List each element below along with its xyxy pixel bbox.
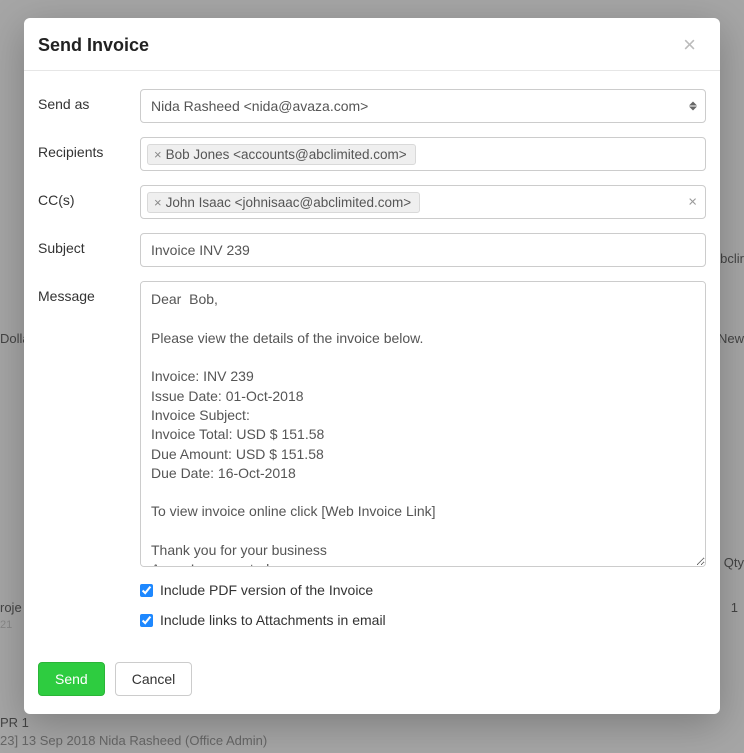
recipients-input[interactable]: × Bob Jones <accounts@abclimited.com> <box>140 137 706 171</box>
remove-recipient-icon[interactable]: × <box>154 148 162 161</box>
subject-input[interactable] <box>140 233 706 267</box>
message-label: Message <box>38 281 140 304</box>
subject-label: Subject <box>38 233 140 256</box>
recipients-label: Recipients <box>38 137 140 160</box>
include-pdf-checkbox[interactable] <box>140 584 153 597</box>
send-button[interactable]: Send <box>38 662 105 696</box>
message-textarea[interactable] <box>140 281 706 567</box>
remove-cc-icon[interactable]: × <box>154 196 162 209</box>
send-as-value: Nida Rasheed <nida@avaza.com> <box>151 98 368 114</box>
include-pdf-label[interactable]: Include PDF version of the Invoice <box>160 582 373 598</box>
include-attachments-label[interactable]: Include links to Attachments in email <box>160 612 386 628</box>
close-icon[interactable]: × <box>679 34 700 56</box>
cc-chip-label: John Isaac <johnisaac@abclimited.com> <box>166 195 412 210</box>
cc-label: CC(s) <box>38 185 140 208</box>
clear-cc-icon[interactable]: × <box>688 195 697 210</box>
bg-text: PR 1 <box>0 715 744 730</box>
include-attachments-checkbox[interactable] <box>140 614 153 627</box>
chevron-updown-icon <box>689 102 697 111</box>
cc-input[interactable]: × John Isaac <johnisaac@abclimited.com> … <box>140 185 706 219</box>
send-invoice-modal: Send Invoice × Send as Nida Rasheed <nid… <box>24 18 720 714</box>
send-as-label: Send as <box>38 89 140 112</box>
modal-header: Send Invoice × <box>24 18 720 71</box>
modal-body: Send as Nida Rasheed <nida@avaza.com> Re… <box>24 71 720 634</box>
recipient-chip-label: Bob Jones <accounts@abclimited.com> <box>166 147 407 162</box>
cancel-button[interactable]: Cancel <box>115 662 193 696</box>
modal-title: Send Invoice <box>38 35 149 56</box>
recipient-chip: × Bob Jones <accounts@abclimited.com> <box>147 144 416 165</box>
send-as-select[interactable]: Nida Rasheed <nida@avaza.com> <box>140 89 706 123</box>
modal-footer: Send Cancel <box>24 644 720 714</box>
cc-chip: × John Isaac <johnisaac@abclimited.com> <box>147 192 420 213</box>
bg-text: 23] 13 Sep 2018 Nida Rasheed (Office Adm… <box>0 733 744 748</box>
